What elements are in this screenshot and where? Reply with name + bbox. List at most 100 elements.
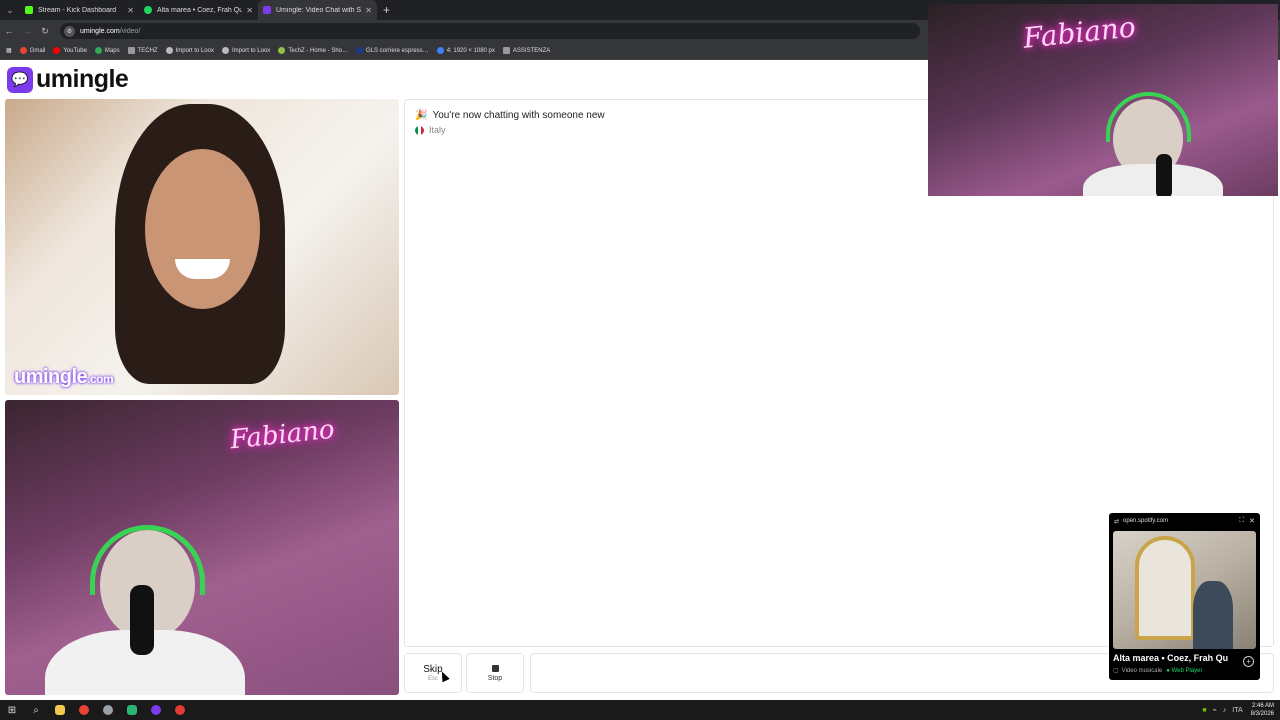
- clock[interactable]: 2:46 AM 8/3/2026: [1251, 702, 1274, 718]
- pip-source: open.spotify.com: [1123, 518, 1168, 524]
- expand-icon[interactable]: ⛶: [1239, 517, 1244, 525]
- person-figure: [1193, 581, 1233, 649]
- nvidia-icon[interactable]: ■: [1202, 707, 1206, 714]
- gls-icon: [356, 47, 363, 54]
- umingle-logo[interactable]: 💬 umingle: [7, 65, 129, 94]
- close-icon[interactable]: ✕: [1249, 517, 1255, 525]
- add-icon[interactable]: +: [1243, 656, 1254, 667]
- logo-text: umingle: [36, 65, 129, 93]
- bookmark-folder[interactable]: ASSISTENZA: [502, 47, 550, 54]
- pip-header: ⇄ open.spotify.com ⛶ ✕: [1109, 513, 1260, 529]
- forward-arrow-icon[interactable]: →: [18, 26, 36, 36]
- resolution-icon: [436, 47, 444, 54]
- party-icon: 🎉: [415, 110, 428, 121]
- stop-button[interactable]: Stop: [466, 653, 524, 693]
- terminal-icon[interactable]: [120, 700, 144, 720]
- stranger-face: [145, 149, 260, 309]
- explorer-icon[interactable]: [48, 700, 72, 720]
- bookmark-item[interactable]: TechZ - Home - Sho…: [278, 47, 348, 54]
- site-info-icon[interactable]: ⚙: [64, 25, 75, 37]
- pip-subtitle: ▢ Video musicale ● Web Player: [1113, 667, 1203, 675]
- stop-icon: [491, 664, 499, 672]
- tab-umingle[interactable]: Umingle: Video Chat with S… ✕: [258, 0, 377, 20]
- folder-icon: [127, 47, 135, 54]
- address-bar[interactable]: ⚙ umingle.com/video/: [60, 23, 920, 39]
- chat-country: Italy: [415, 125, 446, 135]
- tab-title: Stream - Kick Dashboard: [38, 6, 117, 14]
- obs-icon[interactable]: [144, 700, 168, 720]
- search-icon[interactable]: ⌕: [24, 700, 48, 720]
- tab-title: Alta marea • Coez, Frah Qu…: [157, 6, 243, 14]
- bookmark-item[interactable]: Maps: [94, 47, 120, 54]
- neon-sign: Fabiano: [1021, 10, 1138, 55]
- stranger-video: umingle.com: [5, 99, 399, 395]
- self-video: Fabiano: [5, 400, 399, 695]
- bookmark-item[interactable]: Import to Loox: [165, 47, 214, 54]
- globe-icon: [165, 47, 173, 54]
- video-icon: ▢: [1113, 668, 1119, 674]
- country-label: Italy: [429, 125, 446, 135]
- neon-sign: Fabiano: [228, 414, 336, 456]
- tab-close-icon[interactable]: ✕: [246, 6, 253, 15]
- headphones-icon: [1106, 92, 1191, 142]
- bookmark-item[interactable]: YouTube: [53, 47, 87, 54]
- spotify-pip-player[interactable]: ⇄ open.spotify.com ⛶ ✕ Alta marea • Coez…: [1109, 513, 1260, 680]
- pip-track-title: Alta marea • Coez, Frah Qu: [1113, 653, 1229, 663]
- shopify-icon: [278, 47, 286, 54]
- lang-indicator[interactable]: ITA: [1232, 707, 1242, 714]
- tab-title: Umingle: Video Chat with S…: [276, 6, 362, 14]
- pip-type: Video musicale: [1121, 667, 1163, 674]
- microphone-icon: [130, 585, 154, 655]
- pip-player: ● Web Player: [1166, 667, 1203, 674]
- maps-icon: [94, 47, 102, 54]
- umingle-favicon-icon: [263, 6, 271, 14]
- bookmark-item[interactable]: Import to Loox: [221, 47, 270, 54]
- url-host: umingle.com: [80, 27, 120, 35]
- chrome-icon[interactable]: [72, 700, 96, 720]
- bookmark-item[interactable]: 4: 1920 × 1080 px: [436, 47, 495, 54]
- back-arrow-icon[interactable]: ←: [0, 26, 18, 36]
- skip-button[interactable]: Skip Esc: [404, 653, 462, 693]
- apps-grid-icon[interactable]: ▦: [6, 47, 12, 54]
- gmail-icon: [19, 47, 27, 54]
- italy-flag-icon: [415, 125, 424, 135]
- tab-close-icon[interactable]: ✕: [365, 6, 372, 15]
- headphones-icon: [90, 525, 205, 595]
- bookmark-folder[interactable]: TECHZ: [127, 47, 158, 54]
- clock-date: 8/3/2026: [1250, 711, 1274, 717]
- reload-icon[interactable]: ↻: [36, 26, 54, 37]
- folder-icon: [502, 47, 510, 54]
- umingle-watermark: umingle.com: [14, 366, 114, 388]
- youtube-icon: [53, 47, 61, 54]
- chat-bubble-icon: 💬: [7, 66, 33, 93]
- chat-status: 🎉 You're now chatting with someone new: [415, 110, 605, 121]
- new-tab-button[interactable]: +: [383, 3, 390, 17]
- windows-taskbar: ⊞ ⌕ ■ ⌁ ♪ ITA 2:46 AM 8/3/2026: [0, 700, 1280, 720]
- system-tray: ■ ⌁ ♪ ITA 2:46 AM 8/3/2026: [1196, 700, 1280, 720]
- bookmark-item[interactable]: GLS corriere espress…: [356, 47, 429, 54]
- tab-close-icon[interactable]: ✕: [127, 6, 134, 15]
- back-to-tab-icon[interactable]: ⇄: [1114, 518, 1119, 525]
- tab-kick-dashboard[interactable]: Stream - Kick Dashboard ✕: [20, 0, 139, 20]
- streamer-camera-overlay: Fabiano: [928, 4, 1278, 196]
- skip-hint: Esc: [427, 676, 438, 682]
- start-icon[interactable]: ⊞: [0, 700, 24, 720]
- clock-time: 2:46 AM: [1251, 703, 1274, 709]
- chat-status-text: You're now chatting with someone new: [432, 110, 605, 121]
- network-icon[interactable]: ⌁: [1213, 706, 1217, 714]
- kick-favicon-icon: [25, 6, 33, 14]
- tab-search-icon[interactable]: ⌄: [0, 0, 20, 20]
- gold-mirror: [1135, 536, 1195, 640]
- globe-icon: [221, 47, 229, 54]
- spotify-favicon-icon: [144, 6, 152, 14]
- stop-label: Stop: [487, 674, 503, 682]
- music-video-thumbnail: [1113, 531, 1256, 649]
- app-icon[interactable]: [96, 700, 120, 720]
- recorder-icon[interactable]: [168, 700, 192, 720]
- microphone-icon: [1156, 154, 1172, 196]
- volume-icon[interactable]: ♪: [1223, 707, 1227, 714]
- tab-spotify[interactable]: Alta marea • Coez, Frah Qu… ✕: [139, 0, 258, 20]
- url-path: /video/: [119, 27, 141, 35]
- streamer-body: [1083, 164, 1223, 196]
- bookmark-item[interactable]: Gmail: [19, 47, 45, 54]
